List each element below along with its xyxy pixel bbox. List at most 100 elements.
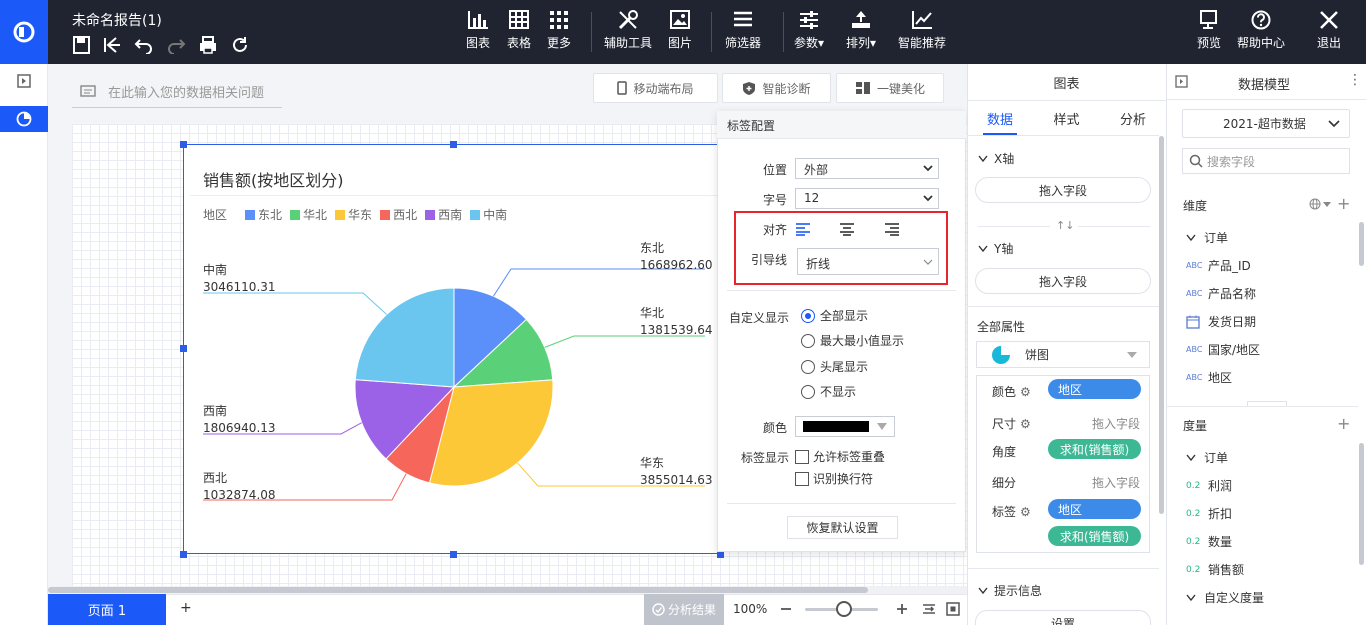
measure-group[interactable]: 订单 <box>1186 449 1228 466</box>
tab-style[interactable]: 样式 <box>1033 102 1100 134</box>
position-select[interactable]: 外部 <box>795 158 939 179</box>
page-tab-1[interactable]: 页面 1 <box>48 594 166 625</box>
color-swatch <box>803 421 869 432</box>
recognize-newline-checkbox[interactable]: 识别换行符 <box>795 470 873 487</box>
allow-overlap-checkbox[interactable]: 允许标签重叠 <box>795 448 885 465</box>
dimension-field[interactable]: ABC 地区 <box>1186 369 1232 386</box>
pie-slice-5[interactable] <box>354 287 455 388</box>
add-dimension-icon[interactable]: + <box>1337 194 1350 213</box>
mobile-layout-button[interactable]: 移动端布局 <box>593 73 718 103</box>
color-picker[interactable] <box>795 416 895 437</box>
chart-panel-scrollbar[interactable] <box>1159 136 1164 514</box>
tool-aux-button[interactable]: 辅助工具 <box>604 10 652 51</box>
radio-hide[interactable]: 不显示 <box>801 383 856 400</box>
pie-data-label: 华东 3855014.63 <box>640 455 713 489</box>
gear-icon[interactable]: ⚙ <box>1020 385 1031 399</box>
gear-icon[interactable]: ⚙ <box>1020 505 1031 519</box>
swap-axes-icon[interactable]: ↑↓ <box>1056 219 1074 232</box>
caret-down-icon[interactable] <box>1323 202 1331 207</box>
radio-show-ends-label: 头尾显示 <box>820 360 869 374</box>
label-field-pill-region[interactable]: 地区 <box>1048 499 1141 519</box>
zoom-out-icon[interactable] <box>780 603 792 615</box>
undo-icon[interactable] <box>134 36 154 54</box>
exit-button[interactable]: 退出 <box>1317 10 1341 51</box>
measure-field[interactable]: 0.2 销售额 <box>1186 561 1244 578</box>
x-axis-section[interactable]: X轴 <box>978 150 1014 167</box>
globe-icon[interactable] <box>1309 198 1321 210</box>
angle-field-pill[interactable]: 求和(销售额) <box>1048 439 1141 459</box>
radio-show-minmax[interactable]: 最大最小值显示 <box>801 332 904 349</box>
label-field-pill-sum[interactable]: 求和(销售额) <box>1048 526 1141 546</box>
tool-recommend-button[interactable]: 智能推荐 <box>898 10 946 51</box>
add-page-button[interactable]: + <box>180 600 192 616</box>
app-logo[interactable] <box>0 0 48 64</box>
tool-recommend-label: 智能推荐 <box>898 36 947 50</box>
one-click-beautify-button[interactable]: 一键美化 <box>836 73 944 103</box>
y-axis-section[interactable]: Y轴 <box>978 240 1013 257</box>
dimension-field[interactable]: 发货日期 <box>1186 313 1256 330</box>
tool-more-button[interactable]: 更多 <box>547 10 571 51</box>
tool-chart-button[interactable]: 图表 <box>466 10 490 51</box>
radio-show-all[interactable]: 全部显示 <box>801 307 868 324</box>
field-search-input[interactable]: 搜索字段 <box>1182 148 1350 174</box>
refresh-icon[interactable] <box>230 36 250 54</box>
custom-measure-group[interactable]: 自定义度量 <box>1186 589 1264 606</box>
tool-filter-button[interactable]: 筛选器 <box>725 10 761 51</box>
tool-image-button[interactable]: 图片 <box>668 10 692 51</box>
pie-label-category: 西北 <box>203 471 228 485</box>
table-icon <box>509 10 529 29</box>
analysis-result-button[interactable]: 分析结果 <box>644 594 724 625</box>
collapse-panel-icon[interactable] <box>17 74 31 88</box>
tool-table-button[interactable]: 表格 <box>507 10 531 51</box>
dimension-group[interactable]: 订单 <box>1186 229 1228 246</box>
measure-field[interactable]: 0.2 数量 <box>1186 533 1232 550</box>
reset-default-button[interactable]: 恢复默认设置 <box>787 516 898 539</box>
measure-scrollbar[interactable] <box>1359 443 1364 565</box>
tool-params-button[interactable]: 参数▾ <box>794 10 824 51</box>
y-axis-drop-zone[interactable]: 拖入字段 <box>975 268 1151 294</box>
report-title[interactable]: 未命名报告(1) <box>72 10 162 30</box>
pie-label-value: 1806940.13 <box>203 421 276 435</box>
tab-data[interactable]: 数据 <box>967 102 1033 134</box>
expand-panel-icon[interactable] <box>1175 75 1188 88</box>
zoom-slider-thumb[interactable] <box>836 601 852 617</box>
tab-analysis[interactable]: 分析 <box>1100 102 1166 134</box>
print-icon[interactable] <box>198 36 218 54</box>
zoom-in-icon[interactable] <box>896 603 908 615</box>
color-field-pill[interactable]: 地区 <box>1048 379 1141 399</box>
smart-diagnose-button[interactable]: 智能诊断 <box>722 73 831 103</box>
x-axis-drop-zone[interactable]: 拖入字段 <box>975 177 1151 203</box>
section-divider <box>967 306 1159 307</box>
size-drop-hint[interactable]: 拖入字段 <box>1092 415 1140 432</box>
chart-type-select[interactable]: 饼图 <box>976 341 1150 368</box>
dimension-field[interactable]: ABC 产品_ID <box>1186 257 1251 274</box>
dimension-field[interactable]: ABC 国家/地区 <box>1186 341 1260 358</box>
dimension-scrollbar[interactable] <box>1359 222 1364 266</box>
radio-show-ends[interactable]: 头尾显示 <box>801 358 868 375</box>
panel-splitter-handle[interactable] <box>1247 401 1287 406</box>
question-input[interactable]: 在此输入您的数据相关问题 <box>72 76 282 108</box>
tool-sort-button[interactable]: 排列▾ <box>846 10 876 51</box>
redo-icon[interactable] <box>166 36 186 54</box>
gear-icon[interactable]: ⚙ <box>1020 417 1031 431</box>
measure-field[interactable]: 0.2 利润 <box>1186 477 1232 494</box>
dataset-select[interactable]: 2021-超市数据 <box>1182 109 1350 138</box>
color-prop-label: 颜色 <box>992 385 1017 399</box>
detail-drop-hint[interactable]: 拖入字段 <box>1092 474 1140 491</box>
dimension-field[interactable]: ABC 产品名称 <box>1186 285 1256 302</box>
caret-down-icon <box>1127 352 1137 358</box>
more-options-icon[interactable]: ⋮ <box>1348 72 1362 88</box>
fit-screen-icon[interactable] <box>946 602 960 616</box>
tooltip-settings-button[interactable]: 设置 <box>975 610 1151 625</box>
fontsize-select[interactable]: 12 <box>795 188 939 209</box>
tooltip-section[interactable]: 提示信息 <box>978 582 1042 599</box>
save-icon[interactable] <box>72 36 92 54</box>
preview-button[interactable]: 预览 <box>1197 10 1221 51</box>
chart-panel-title: 图表 <box>967 64 1166 101</box>
horizontal-scroll-thumb[interactable] <box>48 587 868 593</box>
back-first-icon[interactable] <box>102 36 122 54</box>
add-measure-icon[interactable]: + <box>1337 414 1350 433</box>
fit-width-icon[interactable] <box>922 602 936 616</box>
measure-field[interactable]: 0.2 折扣 <box>1186 505 1232 522</box>
help-center-button[interactable]: 帮助中心 <box>1237 10 1285 51</box>
